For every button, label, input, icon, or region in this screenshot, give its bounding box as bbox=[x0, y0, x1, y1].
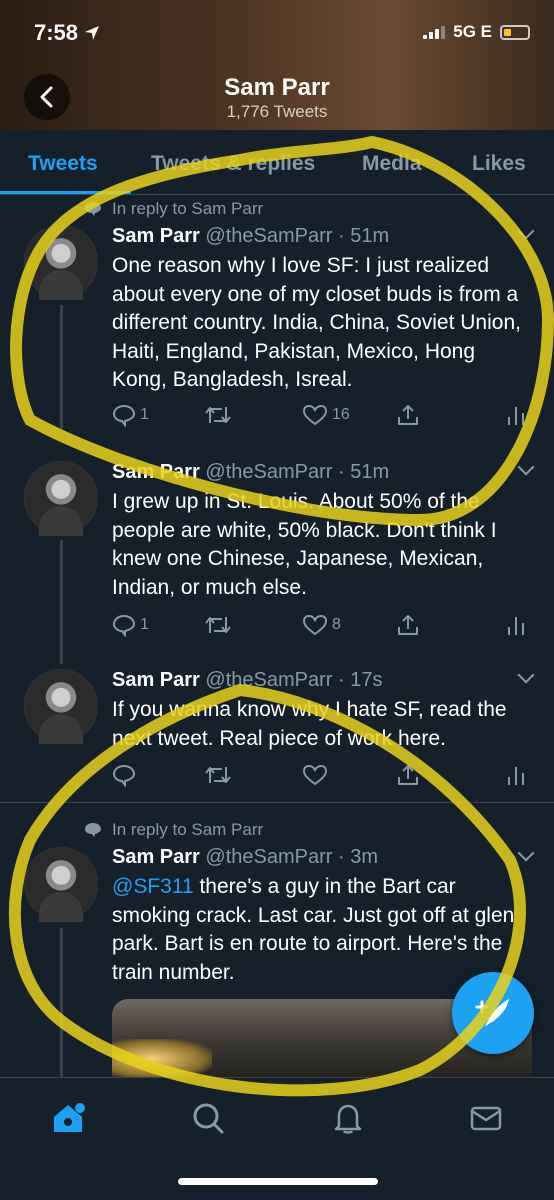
tweet-header: Sam Parr @theSamParr · 17s bbox=[112, 669, 382, 692]
like-button[interactable]: 16 bbox=[302, 403, 350, 427]
reply-button[interactable]: 1 bbox=[112, 613, 149, 637]
share-icon bbox=[398, 405, 418, 425]
home-icon bbox=[54, 1103, 85, 1132]
chevron-down-icon[interactable] bbox=[517, 458, 535, 476]
retweet-button[interactable] bbox=[204, 763, 232, 787]
thread-line bbox=[60, 540, 63, 664]
reply-context-icon bbox=[85, 202, 101, 216]
chevron-down-icon[interactable] bbox=[517, 844, 535, 862]
share-button[interactable] bbox=[396, 613, 420, 637]
tweet-actions: 1 8 bbox=[112, 613, 532, 641]
author-meta: @theSamParr · 17s bbox=[205, 669, 383, 691]
tweet-header: Sam Parr @theSamParr · 51m bbox=[112, 461, 389, 484]
search-icon bbox=[193, 1103, 224, 1134]
profile-tabs: Tweets Tweets & replies Media Likes bbox=[0, 130, 554, 195]
chevron-down-icon[interactable] bbox=[517, 666, 535, 684]
avatar[interactable] bbox=[24, 847, 98, 922]
retweet-icon bbox=[205, 767, 231, 783]
tweet-text: I grew up in St. Louis. About 50% of the… bbox=[112, 490, 497, 599]
retweet-icon bbox=[205, 407, 231, 423]
signal-icon bbox=[423, 25, 446, 39]
nav-messages[interactable] bbox=[466, 1098, 506, 1138]
analytics-button[interactable] bbox=[506, 403, 526, 427]
compose-tweet-button[interactable] bbox=[452, 972, 534, 1054]
avatar[interactable] bbox=[24, 225, 98, 300]
share-button[interactable] bbox=[396, 763, 420, 787]
status-bar: 7:58 5G E bbox=[0, 0, 554, 64]
like-icon bbox=[302, 614, 328, 636]
analytics-button[interactable] bbox=[506, 763, 526, 787]
compose-icon bbox=[475, 999, 509, 1027]
tab-tweets[interactable]: Tweets bbox=[28, 152, 98, 176]
messages-icon bbox=[470, 1106, 502, 1131]
tweet-actions: 1 16 bbox=[112, 403, 532, 431]
author-meta: @theSamParr · 51m bbox=[205, 461, 390, 483]
author-name: Sam Parr bbox=[112, 461, 200, 483]
like-button[interactable]: 8 bbox=[302, 613, 341, 637]
reply-icon bbox=[112, 764, 136, 787]
status-time: 7:58 bbox=[34, 20, 100, 46]
nav-home[interactable] bbox=[48, 1098, 88, 1138]
location-arrow-icon bbox=[85, 26, 100, 40]
notifications-icon bbox=[334, 1104, 362, 1134]
reply-icon bbox=[112, 614, 136, 637]
retweet-button[interactable] bbox=[204, 613, 236, 637]
author-name: Sam Parr bbox=[112, 846, 200, 868]
author-meta: @theSamParr · 3m bbox=[205, 846, 378, 868]
reply-context: In reply to Sam Parr bbox=[84, 199, 263, 219]
like-icon bbox=[302, 764, 328, 786]
tweet-count: 1,776 Tweets bbox=[226, 102, 328, 121]
tweet-text: One reason why I love SF: I just realize… bbox=[112, 254, 521, 391]
mention-link[interactable]: @SF311 bbox=[112, 875, 194, 898]
author-meta: @theSamParr · 51m bbox=[205, 225, 390, 247]
retweet-icon bbox=[205, 617, 231, 633]
nav-search[interactable] bbox=[188, 1098, 228, 1138]
tweet-divider bbox=[0, 802, 554, 803]
network-label: 5G E bbox=[453, 22, 492, 41]
tweet-header: Sam Parr @theSamParr · 51m bbox=[112, 225, 389, 248]
tweet-text: If you wanna know why I hate SF, read th… bbox=[112, 698, 507, 750]
profile-header: Sam Parr 1,776 Tweets bbox=[0, 64, 554, 130]
analytics-icon bbox=[508, 767, 524, 785]
battery-icon bbox=[500, 24, 530, 40]
avatar[interactable] bbox=[24, 461, 98, 536]
status-indicators: 5G E bbox=[423, 22, 530, 42]
tab-likes[interactable]: Likes bbox=[472, 152, 526, 176]
active-tab-indicator bbox=[0, 191, 131, 194]
share-icon bbox=[398, 765, 418, 785]
share-button[interactable] bbox=[396, 403, 420, 427]
thread-line bbox=[60, 305, 63, 429]
nav-notifications[interactable] bbox=[328, 1098, 368, 1138]
tweet-header: Sam Parr @theSamParr · 3m bbox=[112, 846, 378, 869]
tweet-actions bbox=[112, 763, 532, 791]
author-name: Sam Parr bbox=[112, 669, 200, 691]
tweet-text: @SF311 there's a guy in the Bart car smo… bbox=[112, 873, 532, 987]
reply-button[interactable] bbox=[112, 763, 136, 787]
home-indicator bbox=[178, 1178, 378, 1185]
chevron-down-icon[interactable] bbox=[517, 222, 535, 240]
avatar[interactable] bbox=[24, 669, 98, 744]
reply-context-icon bbox=[85, 823, 101, 837]
profile-name: Sam Parr bbox=[224, 74, 330, 101]
reply-button[interactable]: 1 bbox=[112, 403, 149, 427]
analytics-button[interactable] bbox=[506, 613, 526, 637]
retweet-button[interactable] bbox=[204, 403, 236, 427]
analytics-icon bbox=[508, 407, 524, 425]
tab-media[interactable]: Media bbox=[362, 152, 422, 176]
share-icon bbox=[398, 615, 418, 635]
like-button[interactable] bbox=[302, 763, 328, 787]
tweet-feed: In reply to Sam Parr Sam Parr @theSamPar… bbox=[0, 195, 554, 1077]
analytics-icon bbox=[508, 617, 524, 635]
reply-icon bbox=[112, 404, 136, 427]
thread-line bbox=[60, 928, 63, 1077]
author-name: Sam Parr bbox=[112, 225, 200, 247]
reply-context: In reply to Sam Parr bbox=[84, 820, 263, 840]
tab-tweets-and-replies[interactable]: Tweets & replies bbox=[151, 152, 315, 176]
like-icon bbox=[302, 404, 328, 426]
